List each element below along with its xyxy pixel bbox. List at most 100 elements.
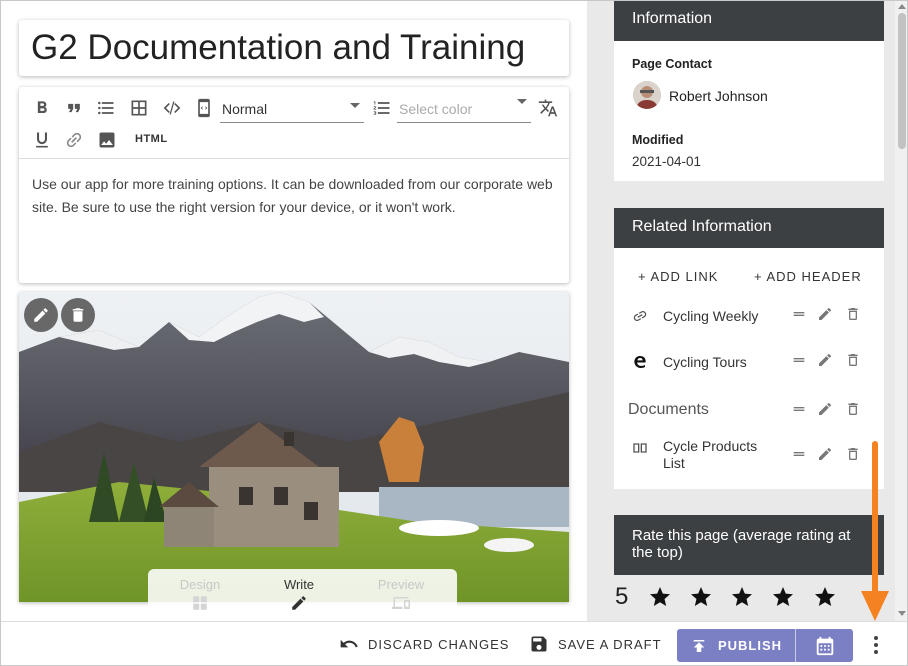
more-options-button[interactable]: [867, 634, 885, 656]
scroll-down-arrow[interactable]: [898, 611, 906, 616]
bullet-list-icon: [98, 101, 114, 115]
pencil-icon[interactable]: [817, 352, 835, 370]
color-select[interactable]: Select color: [397, 95, 531, 123]
more-vert-dot: [874, 650, 878, 654]
related-group-header[interactable]: Documents: [628, 401, 709, 419]
save-draft-button[interactable]: SAVE A DRAFT: [529, 634, 662, 654]
side-panel: Information Page Contact Robert Johnson …: [587, 1, 895, 621]
discard-changes-button[interactable]: DISCARD CHANGES: [339, 634, 509, 654]
modified-date: 2021-04-01: [632, 154, 702, 169]
save-draft-label: SAVE A DRAFT: [558, 636, 662, 652]
scroll-up-arrow[interactable]: [898, 4, 906, 9]
publish-upload-icon: [693, 639, 705, 652]
related-group-tools: [791, 401, 863, 421]
landscape-image[interactable]: [19, 292, 569, 602]
layout-grid-icon: [193, 596, 207, 610]
design-mode-label: Design: [179, 577, 221, 592]
design-mode-tab[interactable]: Design: [160, 577, 240, 615]
information-panel: Information Page Contact Robert Johnson …: [614, 1, 884, 181]
schedule-publish-button[interactable]: [796, 629, 853, 662]
write-mode-tab[interactable]: Write: [259, 577, 339, 615]
related-item-label: Cycling Tours: [663, 354, 747, 370]
trash-icon[interactable]: [845, 401, 863, 419]
editor-toolbar: Normal Select color HTML: [19, 87, 569, 159]
preview-mode-tab[interactable]: Preview: [361, 577, 441, 615]
publish-button[interactable]: PUBLISH: [677, 629, 795, 662]
underline-button[interactable]: [29, 127, 55, 153]
book-icon: [632, 440, 648, 456]
star-icon[interactable]: [689, 585, 713, 609]
avatar: [633, 81, 661, 109]
title-card[interactable]: G2 Documentation and Training: [19, 20, 569, 76]
action-bar: DISCARD CHANGES SAVE A DRAFT PUBLISH: [1, 621, 907, 665]
image-icon: [99, 132, 115, 148]
related-item[interactable]: Cycle Products List: [614, 438, 884, 478]
related-item[interactable]: Cycling Weekly: [614, 300, 884, 334]
mountain-house-photo: [19, 292, 569, 602]
pencil-icon[interactable]: [817, 401, 835, 419]
side-panel-scrollbar[interactable]: [895, 1, 907, 621]
trash-icon[interactable]: [845, 352, 863, 370]
quote-icon: [68, 103, 80, 113]
code-button[interactable]: [159, 95, 185, 121]
pencil-icon[interactable]: [817, 306, 835, 324]
person-photo-icon: [633, 81, 661, 109]
scroll-thumb[interactable]: [898, 13, 906, 149]
link-icon: [66, 132, 82, 148]
pencil-icon: [292, 596, 306, 610]
star-icon[interactable]: [730, 585, 754, 609]
drag-handle-icon[interactable]: [791, 352, 809, 370]
editor-body-text[interactable]: Use our app for more training options. I…: [32, 173, 556, 219]
rich-text-editor: Normal Select color HTML Use our app for…: [19, 87, 569, 283]
drag-handle-icon[interactable]: [791, 306, 809, 324]
color-select-placeholder: Select color: [399, 100, 473, 117]
rating-heading: Rate this page (average rating at the to…: [614, 515, 884, 575]
star-icon[interactable]: [771, 585, 795, 609]
page-contact-label: Page Contact: [632, 57, 712, 71]
calendar-icon: [816, 636, 833, 655]
trash-icon[interactable]: [845, 306, 863, 324]
bold-icon: [37, 101, 47, 113]
bullet-list-button[interactable]: [93, 95, 119, 121]
translate-button[interactable]: [535, 95, 561, 121]
trash-icon: [72, 308, 84, 322]
pencil-icon[interactable]: [817, 446, 835, 464]
related-item-label: Cycle Products List: [663, 438, 758, 471]
link-button[interactable]: [61, 127, 87, 153]
related-item[interactable]: Cycling Tours: [614, 346, 884, 380]
save-icon: [531, 636, 547, 652]
drag-handle-icon[interactable]: [791, 446, 809, 464]
contact-name[interactable]: Robert Johnson: [669, 88, 768, 104]
quote-button[interactable]: [61, 95, 87, 121]
numbered-list-icon: [373, 101, 390, 115]
edit-image-button[interactable]: [24, 298, 58, 332]
more-vert-icon: [874, 636, 878, 640]
undo-icon: [340, 639, 358, 648]
rating-value: 5: [615, 583, 629, 610]
add-header-button[interactable]: + ADD HEADER: [754, 269, 862, 284]
device-embed-icon: [198, 98, 210, 118]
bold-button[interactable]: [29, 95, 55, 121]
embed-button[interactable]: [191, 95, 217, 121]
code-icon: [163, 101, 181, 115]
more-vert-dot: [874, 643, 878, 647]
add-link-button[interactable]: + ADD LINK: [638, 269, 718, 284]
related-information-panel: Related Information + ADD LINK + ADD HEA…: [614, 208, 884, 489]
orange-annotation-arrow: [861, 441, 889, 621]
edge-browser-icon: [632, 354, 648, 370]
star-icon[interactable]: [813, 585, 837, 609]
html-button[interactable]: HTML: [135, 133, 168, 145]
numbered-list-button[interactable]: [369, 95, 395, 121]
related-information-heading: Related Information: [614, 208, 884, 248]
star-icon[interactable]: [648, 585, 672, 609]
rating-panel: Rate this page (average rating at the to…: [614, 515, 884, 621]
editor-column: G2 Documentation and Training Normal Sel…: [1, 1, 587, 621]
table-icon: [131, 100, 147, 116]
devices-icon: [392, 597, 410, 609]
drag-handle-icon[interactable]: [791, 401, 809, 419]
image-button[interactable]: [94, 127, 120, 153]
format-select[interactable]: Normal: [220, 95, 364, 123]
table-button[interactable]: [126, 95, 152, 121]
page-title[interactable]: G2 Documentation and Training: [31, 28, 557, 68]
delete-image-button[interactable]: [61, 298, 95, 332]
